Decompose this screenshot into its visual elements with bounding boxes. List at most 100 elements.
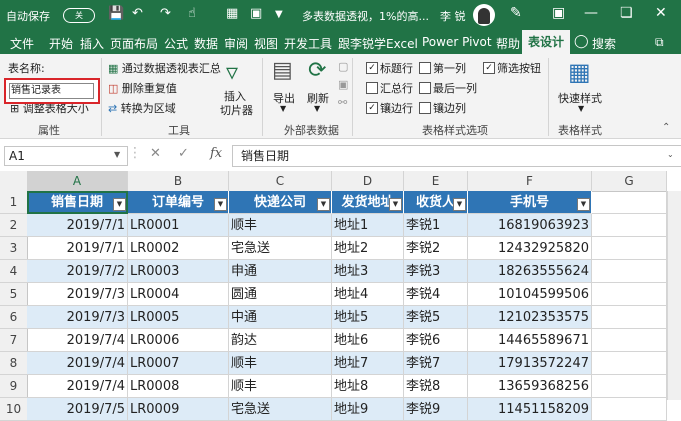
properties-icon[interactable]: ▢ bbox=[338, 60, 348, 73]
minimize-icon[interactable]: — bbox=[584, 5, 598, 21]
filter-dropdown-icon[interactable]: ▼ bbox=[113, 198, 126, 211]
table-cell[interactable]: LR0002 bbox=[128, 237, 229, 260]
table-cell[interactable]: 李锐5 bbox=[404, 306, 468, 329]
tab-learn-excel[interactable]: 跟李锐学Excel bbox=[338, 35, 418, 52]
export-button[interactable]: ▤ 导出 ▼ bbox=[270, 58, 300, 118]
autosave-toggle[interactable]: 关 bbox=[63, 8, 95, 23]
column-header-c[interactable]: C bbox=[229, 171, 332, 192]
formula-input[interactable]: 销售日期 bbox=[232, 145, 681, 167]
table-cell[interactable]: 李锐1 bbox=[404, 214, 468, 237]
column-header-d[interactable]: D bbox=[332, 171, 404, 192]
table-cell[interactable]: 李锐2 bbox=[404, 237, 468, 260]
table-cell[interactable]: 顺丰 bbox=[229, 214, 332, 237]
table-header-cell[interactable]: 发货地址 ▼ bbox=[332, 191, 404, 214]
empty-cell[interactable] bbox=[592, 329, 667, 352]
tab-review[interactable]: 审阅 bbox=[224, 35, 248, 52]
remove-duplicates-button[interactable]: ◫ 删除重复值 bbox=[108, 80, 177, 96]
avatar[interactable] bbox=[473, 4, 495, 26]
insert-function-icon[interactable]: fx bbox=[210, 146, 222, 161]
empty-cell[interactable] bbox=[592, 237, 667, 260]
table-header-cell[interactable]: 订单编号 ▼ bbox=[128, 191, 229, 214]
table-cell[interactable]: 18263555624 bbox=[468, 260, 592, 283]
row-header-7[interactable]: 7 bbox=[0, 329, 28, 352]
table-cell[interactable]: 李锐8 bbox=[404, 375, 468, 398]
table-cell[interactable]: 14465589671 bbox=[468, 329, 592, 352]
last-column-checkbox[interactable] bbox=[419, 82, 431, 94]
table-cell[interactable]: 李锐7 bbox=[404, 352, 468, 375]
insert-slicer-button[interactable]: ▿ 插入 切片器 bbox=[220, 58, 254, 120]
table-header-cell[interactable]: 销售日期 ▼ bbox=[27, 191, 128, 214]
collapse-ribbon-icon[interactable]: ⌃ bbox=[662, 122, 670, 133]
column-header-g[interactable]: G bbox=[592, 171, 667, 192]
vertical-scrollbar[interactable] bbox=[667, 191, 681, 400]
table-name-input[interactable]: 销售记录表 bbox=[9, 83, 94, 99]
empty-cell[interactable] bbox=[592, 375, 667, 398]
table-cell[interactable]: 李锐3 bbox=[404, 260, 468, 283]
tab-search[interactable]: 搜索 bbox=[592, 35, 616, 52]
touch-mode-icon[interactable]: ☝ bbox=[188, 6, 196, 21]
row-header-10[interactable]: 10 bbox=[0, 398, 28, 421]
header-row-checkbox[interactable]: ✓ bbox=[366, 62, 378, 74]
table-cell[interactable]: LR0008 bbox=[128, 375, 229, 398]
quick-styles-button[interactable]: ▦ 快速样式 ▼ bbox=[558, 58, 606, 118]
undo-icon[interactable]: ↶ bbox=[132, 6, 143, 21]
filter-dropdown-icon[interactable]: ▼ bbox=[317, 198, 330, 211]
table-header-cell[interactable]: 快递公司 ▼ bbox=[229, 191, 332, 214]
table-cell[interactable]: 地址1 bbox=[332, 214, 404, 237]
empty-cell[interactable] bbox=[592, 260, 667, 283]
table-cell[interactable]: 12432925820 bbox=[468, 237, 592, 260]
table-cell[interactable]: 2019/7/4 bbox=[27, 352, 128, 375]
table-header-cell[interactable]: 收货人 ▼ bbox=[404, 191, 468, 214]
name-box[interactable]: A1 bbox=[4, 146, 128, 166]
table-cell[interactable]: 地址4 bbox=[332, 283, 404, 306]
empty-cell[interactable] bbox=[592, 214, 667, 237]
quick-access-icon[interactable]: ▦ bbox=[226, 6, 238, 21]
table-cell[interactable]: 宅急送 bbox=[229, 398, 332, 421]
cancel-icon[interactable]: ✕ bbox=[150, 146, 161, 161]
table-cell[interactable]: 地址9 bbox=[332, 398, 404, 421]
customize-qat-icon[interactable]: ▼ bbox=[275, 9, 283, 20]
row-header-9[interactable]: 9 bbox=[0, 375, 28, 398]
table-cell[interactable]: 地址3 bbox=[332, 260, 404, 283]
tab-help[interactable]: 帮助 bbox=[496, 35, 520, 52]
table-cell[interactable]: 2019/7/4 bbox=[27, 329, 128, 352]
tab-power-pivot[interactable]: Power Pivot bbox=[422, 35, 492, 49]
table-header-cell[interactable]: 手机号 ▼ bbox=[468, 191, 592, 214]
table-cell[interactable]: LR0007 bbox=[128, 352, 229, 375]
banded-rows-checkbox[interactable]: ✓ bbox=[366, 102, 378, 114]
table-cell[interactable]: 地址8 bbox=[332, 375, 404, 398]
table-cell[interactable]: 2019/7/3 bbox=[27, 306, 128, 329]
tab-insert[interactable]: 插入 bbox=[80, 35, 104, 52]
tab-file[interactable]: 文件 bbox=[10, 35, 34, 52]
select-all-corner[interactable] bbox=[0, 171, 28, 192]
unlink-icon[interactable]: ⚯ bbox=[338, 96, 347, 109]
table-cell[interactable]: 16819063923 bbox=[468, 214, 592, 237]
table-cell[interactable]: 2019/7/4 bbox=[27, 375, 128, 398]
filter-dropdown-icon[interactable]: ▼ bbox=[214, 198, 227, 211]
row-header-2[interactable]: 2 bbox=[0, 214, 28, 237]
chevron-down-icon[interactable]: ▼ bbox=[114, 150, 120, 159]
tab-home[interactable]: 开始 bbox=[49, 35, 73, 52]
table-cell[interactable]: 2019/7/2 bbox=[27, 260, 128, 283]
table-cell[interactable]: LR0005 bbox=[128, 306, 229, 329]
table-cell[interactable]: 2019/7/5 bbox=[27, 398, 128, 421]
column-header-a[interactable]: A bbox=[27, 171, 128, 193]
column-header-e[interactable]: E bbox=[404, 171, 468, 192]
tab-page-layout[interactable]: 页面布局 bbox=[110, 35, 158, 52]
tab-developer[interactable]: 开发工具 bbox=[284, 35, 332, 52]
empty-cell[interactable] bbox=[592, 352, 667, 375]
empty-cell[interactable] bbox=[592, 283, 667, 306]
restore-icon[interactable]: ❏ bbox=[620, 5, 633, 21]
summarize-pivot-button[interactable]: ▦ 通过数据透视表汇总 bbox=[108, 60, 221, 76]
filter-dropdown-icon[interactable]: ▼ bbox=[389, 198, 402, 211]
tab-formulas[interactable]: 公式 bbox=[164, 35, 188, 52]
empty-cell[interactable] bbox=[592, 398, 667, 421]
row-header-6[interactable]: 6 bbox=[0, 306, 28, 329]
table-cell[interactable]: 2019/7/3 bbox=[27, 283, 128, 306]
redo-icon[interactable]: ↷ bbox=[160, 6, 171, 21]
table-cell[interactable]: LR0009 bbox=[128, 398, 229, 421]
table-cell[interactable]: 12102353575 bbox=[468, 306, 592, 329]
total-row-checkbox[interactable] bbox=[366, 82, 378, 94]
table-cell[interactable]: 11451158209 bbox=[468, 398, 592, 421]
table-cell[interactable]: 韵达 bbox=[229, 329, 332, 352]
